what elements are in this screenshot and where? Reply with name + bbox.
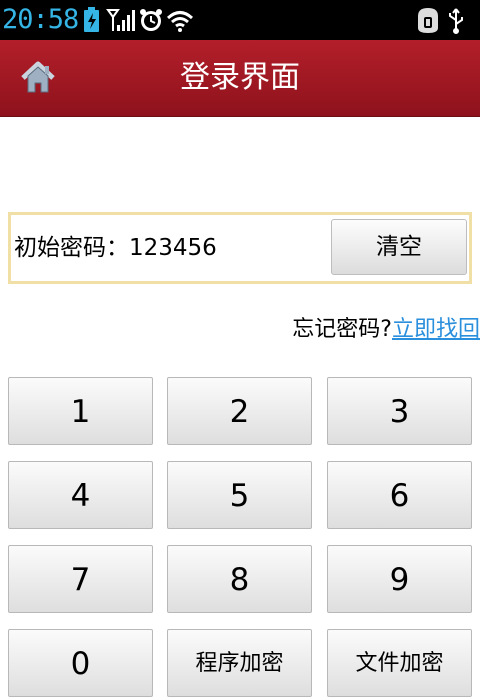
status-time: 20:58 <box>2 4 79 35</box>
key-9[interactable]: 9 <box>327 545 472 613</box>
alarm-icon <box>140 9 162 31</box>
forgot-password: 忘记密码?立即找回 <box>292 314 480 346</box>
signal-icon <box>106 9 135 31</box>
usb-storage-icon <box>418 8 438 33</box>
usb-icon <box>449 8 463 34</box>
battery-charging-icon <box>84 7 99 32</box>
recover-password-link[interactable]: 立即找回 <box>392 317 480 342</box>
key-2[interactable]: 2 <box>167 377 312 445</box>
wifi-icon <box>166 11 194 32</box>
key-1[interactable]: 1 <box>8 377 153 445</box>
key-0[interactable]: 0 <box>8 629 153 697</box>
page-title: 登录界面 <box>180 60 300 95</box>
key-4[interactable]: 4 <box>8 461 153 529</box>
file-encrypt-button[interactable]: 文件加密 <box>327 629 472 697</box>
program-encrypt-button[interactable]: 程序加密 <box>167 629 312 697</box>
status-right-icons <box>418 8 463 34</box>
key-7[interactable]: 7 <box>8 545 153 613</box>
initial-password-label: 初始密码：123456 <box>14 235 217 261</box>
key-3[interactable]: 3 <box>327 377 472 445</box>
forgot-password-text: 忘记密码? <box>292 317 392 342</box>
status-icons <box>84 7 194 32</box>
status-bar: 20:58 <box>0 0 480 40</box>
clear-button[interactable]: 清空 <box>331 219 467 275</box>
key-5[interactable]: 5 <box>167 461 312 529</box>
key-8[interactable]: 8 <box>167 545 312 613</box>
key-6[interactable]: 6 <box>327 461 472 529</box>
